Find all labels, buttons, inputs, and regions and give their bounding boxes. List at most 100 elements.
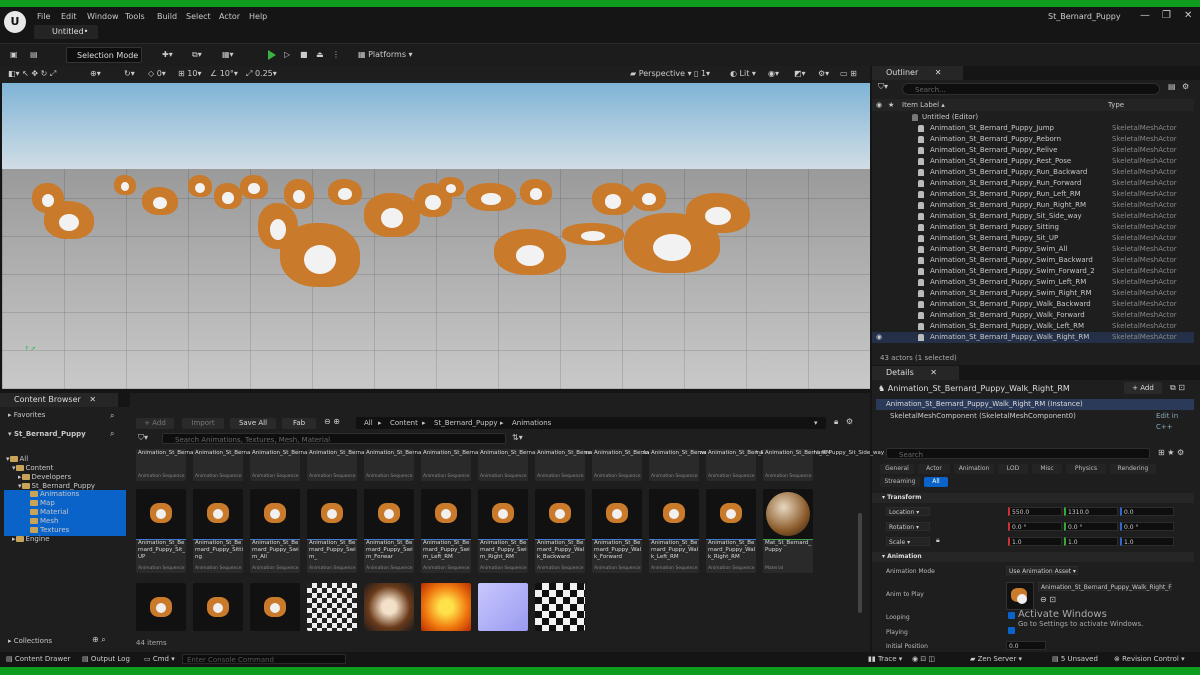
details-view-icons[interactable]: ⊞ ★ ⚙: [1158, 445, 1184, 461]
puppy-actor[interactable]: [438, 177, 464, 197]
content-drawer-button[interactable]: ▤ Content Drawer: [6, 652, 70, 667]
asset-tile[interactable]: Animation_St_Bernard_Puppy_Walk_Right_RM…: [706, 489, 756, 573]
favorites-search-icon[interactable]: ⌕: [110, 411, 114, 421]
outliner-row[interactable]: Animation_St_Bernard_Puppy_Reborn Skeleta…: [872, 134, 1194, 145]
asset-tile[interactable]: Animation_St_Bernard_Puppy_Jump Animation…: [307, 449, 406, 481]
outliner-row[interactable]: Animation_St_Bernard_Puppy_Walk_Forward S…: [872, 310, 1194, 321]
puppy-actor[interactable]: [592, 183, 634, 215]
tree-engine[interactable]: ▸ Engine: [12, 535, 50, 543]
tab-all[interactable]: All: [924, 477, 948, 487]
save-icon[interactable]: ▣: [10, 47, 18, 63]
asset-tile[interactable]: Animation_St_Bernard_Puppy_Run_Forward An…: [592, 449, 713, 481]
outliner-row[interactable]: Animation_St_Bernard_Puppy_Rest_Pose Skel…: [872, 156, 1194, 167]
selection-mode-dropdown[interactable]: Selection Mode ▾: [66, 47, 142, 76]
scale-y[interactable]: 1.0: [1064, 537, 1118, 546]
puppy-actor[interactable]: [632, 183, 666, 211]
asset-tile[interactable]: Animation_St_Bernard_Puppy_Swim_ Animatio…: [307, 489, 357, 573]
actor-name[interactable]: ♞ Animation_St_Bernard_Puppy_Walk_Right_…: [878, 384, 1070, 393]
puppy-actor[interactable]: [32, 183, 64, 213]
console-input[interactable]: Enter Console Command: [182, 654, 346, 664]
blueprint-icon[interactable]: ⧉▾: [192, 47, 202, 63]
tab-streaming[interactable]: Streaming: [880, 477, 920, 487]
puppy-actor[interactable]: [494, 229, 566, 275]
asset-tile[interactable]: Animation_St_Bernard_Puppy_Run_Backward A…: [535, 449, 661, 481]
outliner-row[interactable]: Animation_St_Bernard_Puppy_Swim_Right_RM…: [872, 288, 1194, 299]
menu-actor[interactable]: Actor: [219, 12, 240, 21]
details-close-icon[interactable]: ✕: [930, 368, 937, 377]
lit-dropdown[interactable]: ◐ Lit ▾: [730, 66, 756, 82]
menu-file[interactable]: File: [37, 12, 50, 21]
outliner-add-folder-icon[interactable]: ▤: [1168, 79, 1176, 95]
settings-icon[interactable]: ⚙▾: [818, 66, 829, 82]
asset-tile[interactable]: Animation_St_Bernard_Puppy_Swim_Forwar An…: [364, 489, 414, 573]
cb-add-button[interactable]: + Add: [136, 418, 174, 429]
menu-help[interactable]: Help: [249, 12, 267, 21]
level-viewport[interactable]: ↑↗: [2, 83, 870, 389]
initial-position-field[interactable]: 0.0: [1006, 641, 1046, 650]
anim-to-play-dropdown[interactable]: Animation_St_Bernard_Puppy_Walk_Right_F: [1038, 582, 1172, 591]
more-icon[interactable]: ⋮: [332, 47, 340, 63]
trace-button[interactable]: ▮▮ Trace ▾: [868, 652, 902, 667]
texture-tile[interactable]: [535, 583, 585, 631]
outliner-row[interactable]: Animation_St_Bernard_Puppy_Swim_Left_RM S…: [872, 277, 1194, 288]
outliner-row[interactable]: Animation_St_Bernard_Puppy_Walk_Left_RM S…: [872, 321, 1194, 332]
outliner-row[interactable]: Animation_St_Bernard_Puppy_Swim_All Skele…: [872, 244, 1194, 255]
asset-tile[interactable]: Animation_St_Bernard_Puppy_Reborn Animati…: [364, 449, 469, 481]
puppy-actor[interactable]: [214, 183, 242, 209]
cmd-dropdown[interactable]: ▭ Cmd ▾: [144, 652, 175, 667]
texture-tile[interactable]: [478, 583, 528, 631]
rotate-snap-icon[interactable]: ↻▾: [124, 66, 135, 82]
cb-history-icons[interactable]: ⊖ ⊕: [324, 417, 340, 426]
tab-general[interactable]: General: [880, 464, 914, 474]
cb-search-input[interactable]: Search Animations, Textures, Mesh, Mater…: [162, 433, 506, 444]
cb-fab-button[interactable]: Fab: [282, 418, 316, 429]
component-row[interactable]: SkeletalMeshComponent (SkeletalMeshCompo…: [876, 411, 1194, 431]
outliner-row[interactable]: Animation_St_Bernard_Puppy_Run_Forward Sk…: [872, 178, 1194, 189]
cb-close-icon[interactable]: ✕: [89, 395, 96, 404]
scalability-icon[interactable]: ◩▾: [794, 66, 806, 82]
puppy-actor[interactable]: [686, 193, 750, 233]
puppy-actor[interactable]: [328, 179, 362, 205]
scale-z[interactable]: 1.0: [1120, 537, 1174, 546]
looping-checkbox[interactable]: [1008, 612, 1015, 619]
tab-misc[interactable]: Misc: [1032, 464, 1062, 474]
breadcrumb-dropdown-icon[interactable]: ▾: [814, 417, 818, 429]
show-icon[interactable]: ◉▾: [768, 66, 779, 82]
revision-control-button[interactable]: ⊗ Revision Control ▾: [1114, 652, 1185, 667]
asset-tile[interactable]: Animation_St_Bernard_Puppy_Sit_UP Animati…: [136, 489, 186, 573]
asset-tile[interactable]: [136, 583, 186, 631]
unsaved-button[interactable]: ▤ 5 Unsaved: [1052, 652, 1098, 667]
texture-tile[interactable]: [364, 583, 414, 631]
asset-tile[interactable]: Animation_St_Bernard_Puppy_IdleC Animatio…: [250, 449, 349, 481]
visibility-col-icon[interactable]: ◉: [876, 99, 882, 111]
zen-server-button[interactable]: ▰ Zen Server ▾: [970, 652, 1022, 667]
outliner-search-input[interactable]: Search...: [902, 83, 1160, 95]
snap-angle-value[interactable]: ◇ 0▾: [148, 66, 166, 82]
asset-tile[interactable]: Animation_St_Bernard_Puppy_Rest_Pose Anim…: [478, 449, 591, 481]
play-icon[interactable]: [268, 50, 276, 60]
stop-icon[interactable]: ■: [300, 47, 308, 63]
anim-browse-icons[interactable]: ⊖ ⊡: [1040, 592, 1056, 608]
scale-snap-value[interactable]: ⤢ 0.25▾: [246, 66, 277, 82]
crumb-st-bernard[interactable]: St_Bernard_Puppy: [434, 417, 498, 429]
browse-icon[interactable]: ▤: [30, 47, 38, 63]
asset-tile[interactable]: Animation_St_Bernard_Puppy_IdleA Animatio…: [136, 449, 235, 481]
col-item-label[interactable]: Item Label ▴: [902, 99, 945, 111]
scale-lock-icon[interactable]: 🔒︎: [936, 536, 940, 545]
filter-icon[interactable]: ⛉▾: [878, 79, 888, 95]
col-type[interactable]: Type: [1108, 99, 1124, 111]
puppy-actor[interactable]: [284, 179, 314, 209]
step-icon[interactable]: ▷: [284, 47, 290, 63]
asset-tile[interactable]: Animation_St_Bernard_Puppy_Walk_Forward A…: [592, 489, 642, 573]
outliner-close-icon[interactable]: ✕: [935, 68, 942, 77]
crumb-content[interactable]: Content: [390, 417, 418, 429]
asset-tile[interactable]: Animation_St_Bernard_Puppy_Swim_All Anima…: [250, 489, 300, 573]
rotation-y[interactable]: 0.0 °: [1064, 522, 1118, 531]
location-y[interactable]: 1310.0: [1064, 507, 1118, 516]
project-search-icon[interactable]: ⌕: [110, 429, 114, 439]
layout-grid-icon[interactable]: ▭ ⊞: [840, 66, 857, 82]
crumb-animations[interactable]: Animations: [512, 417, 551, 429]
outliner-row[interactable]: Animation_St_Bernard_Puppy_Walk_Right_RM…: [872, 332, 1194, 343]
maximize-icon[interactable]: ❐: [1162, 10, 1171, 21]
menu-build[interactable]: Build: [157, 12, 177, 21]
